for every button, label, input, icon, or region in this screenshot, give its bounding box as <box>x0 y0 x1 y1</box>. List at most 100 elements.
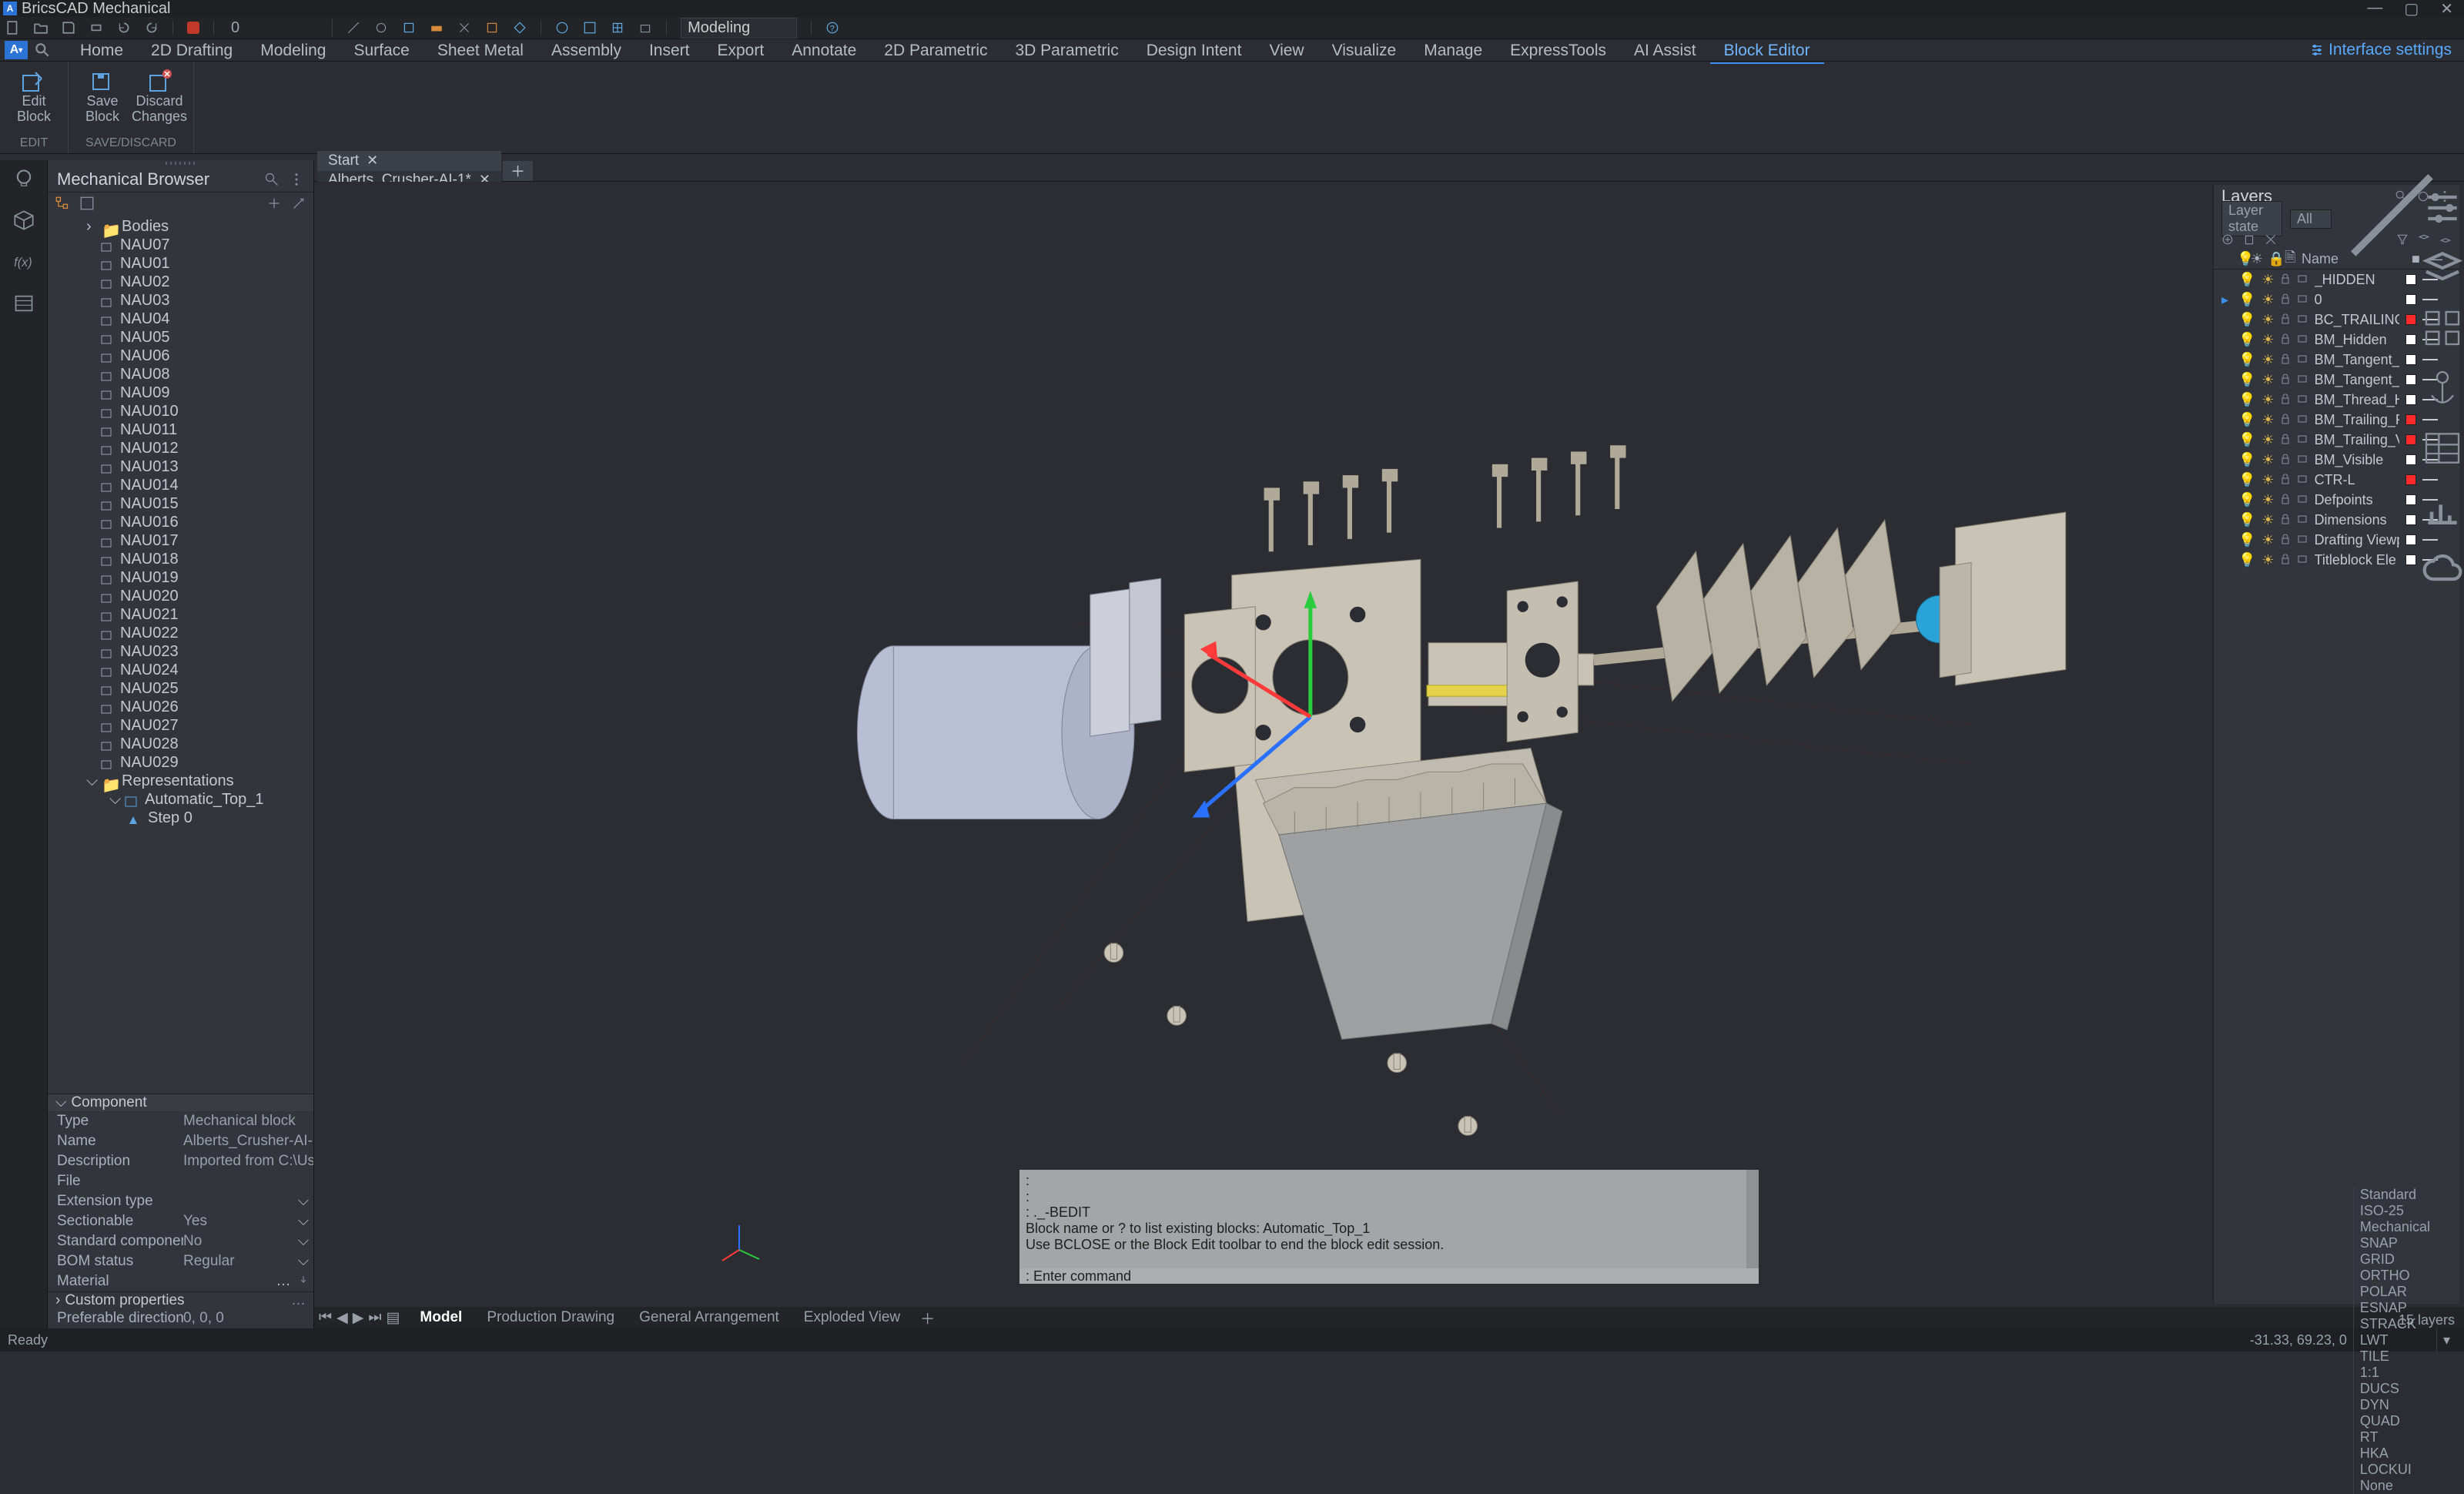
plot-icon[interactable] <box>2298 552 2308 568</box>
layer-color[interactable] <box>2405 354 2416 365</box>
layer-color[interactable] <box>2405 374 2416 385</box>
bulb-icon[interactable] <box>13 168 35 189</box>
lock-icon[interactable] <box>2281 492 2292 508</box>
name-column[interactable]: Name <box>2302 251 2412 267</box>
lock-icon[interactable] <box>2281 552 2292 568</box>
freeze-icon[interactable]: ☀ <box>2261 332 2274 348</box>
freeze-icon[interactable]: ☀ <box>2261 452 2274 468</box>
status-toggle-ducs[interactable]: DUCS <box>2353 1381 2436 1397</box>
lock-icon[interactable] <box>2281 292 2292 308</box>
layer-color[interactable] <box>2405 394 2416 405</box>
lock-icon[interactable] <box>2281 532 2292 548</box>
chart-icon[interactable] <box>2421 487 2464 530</box>
tool-icon[interactable] <box>485 21 499 35</box>
status-menu[interactable]: ▾ <box>2436 1328 2456 1352</box>
tree-node[interactable]: NAU010 <box>48 402 313 420</box>
lock-icon[interactable] <box>2281 352 2292 368</box>
plot-icon[interactable] <box>2298 412 2308 428</box>
status-toggle-none[interactable]: None <box>2353 1478 2436 1494</box>
layer-name[interactable]: BM_Hidden <box>2315 332 2399 348</box>
tree-node[interactable]: NAU027 <box>48 716 313 735</box>
undo-icon[interactable] <box>117 21 131 35</box>
maximize-icon[interactable]: ▢ <box>2404 0 2419 18</box>
freeze-icon[interactable]: ☀ <box>2261 432 2274 448</box>
status-toggle-ortho[interactable]: ORTHO <box>2353 1268 2436 1284</box>
app-menu-button[interactable]: A ▾ <box>5 41 28 59</box>
tree-node[interactable]: NAU06 <box>48 347 313 365</box>
status-toggle-dyn[interactable]: DYN <box>2353 1397 2436 1413</box>
discard-changes-button[interactable]: Discard Changes <box>135 65 184 125</box>
layouts-list-icon[interactable]: ▤ <box>386 1309 400 1327</box>
command-input[interactable]: : Enter command <box>1019 1268 1759 1284</box>
tree-node[interactable]: NAU07 <box>48 236 313 254</box>
ribbon-tab-2d-parametric[interactable]: 2D Parametric <box>870 39 1001 62</box>
sliders-icon[interactable] <box>2421 186 2464 229</box>
tool-icon[interactable] <box>374 21 388 35</box>
add-layout-button[interactable]: ＋ <box>912 1308 942 1328</box>
visibility-icon[interactable]: 💡 <box>2238 472 2255 488</box>
ribbon-tab-sheet-metal[interactable]: Sheet Metal <box>424 39 537 62</box>
tree-node[interactable]: NAU019 <box>48 568 313 587</box>
tree-node[interactable]: NAU023 <box>48 642 313 661</box>
layer-name[interactable]: BM_Tangent_ <box>2315 372 2399 388</box>
ribbon-tab-home[interactable]: Home <box>66 39 137 62</box>
prop-value[interactable]: Mechanical block <box>183 1113 313 1130</box>
layout-tab[interactable]: General Arrangement <box>627 1309 792 1325</box>
status-toggle-standard[interactable]: Standard <box>2353 1187 2436 1203</box>
status-toggle-tile[interactable]: TILE <box>2353 1348 2436 1365</box>
redo-icon[interactable] <box>145 21 159 35</box>
add-layer-icon[interactable] <box>2221 233 2234 246</box>
status-toggle-lockui[interactable]: LOCKUI <box>2353 1462 2436 1478</box>
ribbon-tab-view[interactable]: View <box>1255 39 1317 62</box>
plot-icon[interactable] <box>2298 312 2308 328</box>
cube-icon[interactable] <box>13 209 35 231</box>
prev-layout-icon[interactable]: ◀ <box>336 1309 348 1327</box>
layout-tab[interactable]: Model <box>407 1309 474 1325</box>
tool-icon[interactable] <box>611 21 624 35</box>
lock-icon[interactable] <box>2281 272 2292 288</box>
lock-icon[interactable] <box>2281 332 2292 348</box>
ribbon-tab-2d-drafting[interactable]: 2D Drafting <box>137 39 246 62</box>
layer-color[interactable] <box>2405 514 2416 525</box>
tree-node[interactable]: NAU02 <box>48 273 313 291</box>
document-tab[interactable]: Start✕ <box>317 151 501 171</box>
search-icon[interactable] <box>34 42 51 59</box>
status-toggle-esnap[interactable]: ESNAP <box>2353 1300 2436 1316</box>
ribbon-tab-modeling[interactable]: Modeling <box>246 39 340 62</box>
lock-icon[interactable] <box>2281 432 2292 448</box>
visibility-icon[interactable]: 💡 <box>2238 532 2255 548</box>
menu-icon[interactable] <box>289 172 304 187</box>
tree-node[interactable]: NAU024 <box>48 661 313 679</box>
tree-node[interactable]: NAU04 <box>48 310 313 328</box>
ribbon-tab-assembly[interactable]: Assembly <box>537 39 635 62</box>
viewport[interactable]: : : : ._-BEDIT Block name or ? to list e… <box>314 182 2464 1307</box>
edit-icon[interactable] <box>292 196 306 210</box>
plot-icon[interactable] <box>2298 292 2308 308</box>
plot-icon[interactable] <box>2298 432 2308 448</box>
layers-icon[interactable] <box>2421 246 2464 290</box>
freeze-icon[interactable]: ☀ <box>2261 312 2274 328</box>
ribbon-tab-ai-assist[interactable]: AI Assist <box>1620 39 1710 62</box>
ribbon-tab-annotate[interactable]: Annotate <box>778 39 870 62</box>
tool-icon[interactable] <box>583 21 597 35</box>
layer-name[interactable]: 0 <box>2315 292 2399 308</box>
model-view[interactable] <box>314 182 2464 1307</box>
tree-node[interactable]: NAU026 <box>48 698 313 716</box>
visibility-icon[interactable]: 💡 <box>2238 452 2255 468</box>
visibility-icon[interactable]: 💡 <box>2238 312 2255 328</box>
layer-color[interactable] <box>2405 314 2416 325</box>
lock-icon[interactable] <box>2281 412 2292 428</box>
tree-node[interactable]: NAU028 <box>48 735 313 753</box>
prop-value[interactable]: 0, 0, 0 <box>183 1310 313 1327</box>
visibility-icon[interactable]: 💡 <box>2238 272 2255 288</box>
plot-icon[interactable] <box>2298 272 2308 288</box>
layer-color[interactable] <box>2405 534 2416 545</box>
tool-icon[interactable] <box>457 21 471 35</box>
workspace-combo[interactable]: Modeling <box>681 18 797 39</box>
interface-settings-button[interactable]: Interface settings <box>2310 41 2464 59</box>
tool-icon[interactable] <box>430 21 444 35</box>
expand-icon[interactable] <box>267 196 281 210</box>
plot-icon[interactable] <box>2298 492 2308 508</box>
layer-color[interactable] <box>2405 494 2416 505</box>
component-tree[interactable]: ›📁BodiesNAU07NAU01NAU02NAU03NAU04NAU05NA… <box>48 214 313 1094</box>
